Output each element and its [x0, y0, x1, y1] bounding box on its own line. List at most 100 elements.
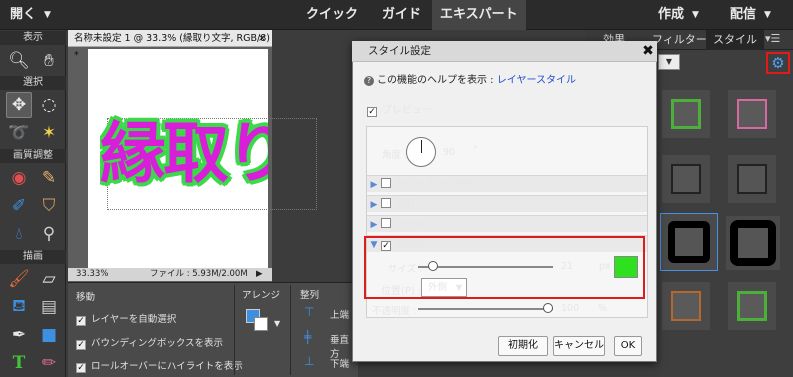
dialog-close-icon[interactable]: ✖ — [640, 43, 656, 59]
angle-value[interactable]: 90 — [443, 147, 455, 158]
move-tool-icon[interactable]: ✥ — [6, 92, 32, 118]
style-thumbnail[interactable] — [662, 282, 710, 330]
angle-unit: ° — [473, 145, 478, 156]
divider — [290, 285, 291, 375]
chevron-down-icon[interactable]: ▼ — [274, 319, 280, 328]
checkbox-icon[interactable] — [381, 198, 391, 208]
eraser-tool-icon[interactable]: ▱ — [36, 266, 62, 292]
align-top-icon[interactable]: ⊤ — [304, 305, 314, 319]
ok-button[interactable]: OK — [614, 336, 642, 356]
arrange-icon[interactable] — [246, 309, 270, 331]
type-tool-icon[interactable]: T — [6, 350, 32, 376]
cancel-button[interactable]: キャンセル — [553, 336, 605, 356]
style-thumbnail[interactable] — [728, 155, 776, 203]
expand-triangle-icon[interactable]: ▶ — [367, 197, 381, 214]
bounding-box-label: バウンディングボックスを表示 — [91, 338, 224, 349]
play-icon[interactable]: ▶ — [256, 268, 263, 281]
align-label: 整列 — [300, 290, 320, 301]
lasso-tool-icon[interactable]: ➰ — [6, 120, 32, 146]
checkbox-icon[interactable] — [381, 218, 391, 228]
smart-brush-icon[interactable]: ✐ — [6, 193, 32, 219]
help-link[interactable]: レイヤースタイル — [497, 75, 576, 86]
checkbox-checked-icon[interactable]: ✓ — [76, 363, 86, 373]
opacity-slider-handle[interactable] — [543, 303, 553, 313]
style-thumbnail[interactable] — [662, 155, 710, 203]
checkbox-checked-icon[interactable]: ✓ — [367, 107, 377, 117]
reset-button[interactable]: 初期化 — [498, 336, 548, 356]
magic-wand-icon[interactable]: ✶ — [36, 120, 62, 146]
healing-brush-icon[interactable]: ✎ — [36, 165, 62, 191]
blur-tool-icon[interactable]: 💧︎ — [6, 221, 32, 247]
section-select: 選択 — [0, 76, 66, 90]
tab-filters[interactable]: フィルター — [652, 30, 707, 50]
close-icon[interactable]: × — [258, 30, 266, 47]
chevron-down-icon: ▼ — [455, 283, 462, 292]
open-label: 開く — [10, 7, 37, 22]
section-enhance: 画質調整 — [0, 149, 66, 163]
style-thumbnail[interactable] — [662, 90, 710, 138]
mode-quick[interactable]: クイック — [306, 0, 358, 30]
mode-guided[interactable]: ガイド — [382, 0, 421, 30]
stroke-color-swatch[interactable] — [614, 256, 638, 278]
eyedropper-icon[interactable]: ✒ — [6, 322, 32, 348]
paint-bucket-icon[interactable]: ⛾ — [6, 294, 32, 320]
glow-label: 光彩 — [396, 199, 416, 210]
bounding-box-option[interactable]: ✓ バウンディングボックスを表示 — [76, 335, 223, 350]
section-view: 表示 — [0, 31, 66, 45]
red-eye-tool-icon[interactable]: ◉ — [6, 165, 32, 191]
sponge-tool-icon[interactable]: ⚲ — [36, 221, 62, 247]
style-category-dropdown[interactable]: ▼ — [658, 54, 680, 70]
effect-drop-shadow[interactable]: ▶ ドロップシャドウ — [367, 175, 647, 192]
divider — [234, 285, 235, 375]
style-thumbnail[interactable] — [728, 90, 776, 138]
marquee-tool-icon[interactable]: ◌ — [36, 92, 62, 118]
tab-styles[interactable]: スタイル — [706, 30, 764, 50]
preview-option[interactable]: ✓ プレビュー — [367, 101, 432, 117]
canvas-text-layer[interactable]: 縁取り文 — [100, 100, 268, 190]
open-menu-button[interactable]: 開く ▼ — [10, 0, 51, 30]
share-menu-button[interactable]: 配信 ▼ — [730, 0, 771, 30]
share-label: 配信 — [730, 7, 757, 22]
help-line: ? この機能のヘルプを表示 : レイヤースタイル — [364, 71, 576, 86]
checkbox-checked-icon[interactable]: ✓ — [76, 316, 86, 326]
expand-triangle-icon[interactable]: ▶ — [367, 217, 381, 234]
effect-bevel[interactable]: ▶ ベベル — [367, 215, 647, 232]
style-thumbnail[interactable] — [728, 282, 776, 330]
align-vcenter-icon[interactable]: ╪ — [304, 330, 311, 344]
size-label: サイズ : — [388, 264, 423, 275]
pencil-tool-icon[interactable]: ✏︎ — [36, 350, 62, 376]
expand-triangle-icon[interactable]: ▶ — [367, 177, 381, 194]
auto-select-option[interactable]: ✓ レイヤーを自動選択 — [76, 311, 176, 326]
checkbox-checked-icon[interactable]: ✓ — [76, 340, 86, 350]
effect-glow[interactable]: ▶ 光彩 — [367, 195, 647, 212]
size-slider-handle[interactable] — [428, 261, 438, 271]
align-bottom-label[interactable]: 下端 — [330, 356, 349, 370]
align-top-label[interactable]: 上端 — [330, 307, 349, 321]
zoom-tool-icon[interactable]: 🔍︎ — [6, 48, 32, 74]
size-unit: px — [599, 261, 611, 272]
size-value[interactable]: 21 — [561, 261, 573, 272]
create-menu-button[interactable]: 作成 ▼ — [658, 0, 699, 30]
rollover-highlight-option[interactable]: ✓ ロールオーバーにハイライトを表示 — [76, 358, 243, 373]
opacity-slider-track[interactable] — [418, 308, 553, 310]
style-thumbnail-selected[interactable] — [660, 213, 718, 271]
clone-stamp-icon[interactable]: ⛉ — [36, 193, 62, 219]
size-slider-track[interactable] — [418, 266, 553, 268]
hand-tool-icon[interactable]: ✋︎ — [36, 48, 62, 74]
position-value: 外側 — [428, 282, 448, 293]
style-settings-gear-icon[interactable]: ⚙ — [766, 52, 790, 74]
style-thumbnail[interactable] — [726, 216, 780, 270]
file-info: ファイル : 5.93M/2.00M — [150, 269, 248, 279]
brush-tool-icon[interactable]: 🖌︎ — [6, 266, 32, 292]
mode-expert[interactable]: エキスパート — [432, 0, 526, 30]
document-tab[interactable]: 名称未設定 1 @ 33.3% (縁取り文字, RGB/8) * × — [68, 30, 272, 61]
checkbox-icon[interactable] — [381, 178, 391, 188]
position-select[interactable]: 外側 ▼ — [421, 278, 467, 297]
angle-dial[interactable] — [406, 137, 436, 167]
chevron-down-icon: ▼ — [44, 10, 51, 20]
gradient-tool-icon[interactable]: ▤ — [36, 294, 62, 320]
shape-tool-icon[interactable]: ■ — [36, 322, 62, 348]
align-bottom-icon[interactable]: ⊥ — [304, 354, 314, 368]
panel-menu-icon[interactable]: ▾☰ — [765, 32, 780, 45]
opacity-value[interactable]: 100 — [561, 303, 579, 314]
